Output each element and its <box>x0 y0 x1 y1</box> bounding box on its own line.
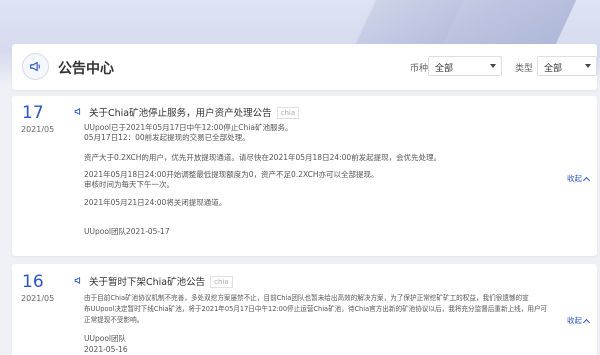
notice-title-text: 关于Chia矿池停止服务，用户资产处理公告 <box>89 108 272 119</box>
notice-card: 17 2021/05 关于Chia矿池停止服务，用户资产处理公告 chia UUp… <box>12 96 597 256</box>
notice-signature: UUpool团队 <box>84 334 127 343</box>
notice-line: 05月17日12：00前发起提现的交易已全部处理。 <box>84 133 250 142</box>
coin-tag: chia <box>276 107 300 119</box>
speaker-icon <box>74 108 81 115</box>
page-title: 公告中心 <box>58 61 114 77</box>
notice-line: 2021年05月18日24:00开始调整最低提现额度为0，资产不足0.2XCH亦… <box>84 170 379 179</box>
notice-day: 17 <box>22 103 44 123</box>
notice-day: 16 <box>22 272 44 292</box>
collapse-button[interactable]: 收起 <box>567 173 591 184</box>
speaker-icon <box>74 277 81 284</box>
chevron-down-icon <box>490 64 496 68</box>
type-select[interactable]: 全部 <box>537 56 597 76</box>
megaphone-icon <box>22 53 49 80</box>
notice-line: 资产大于0.2XCH的用户，优先开放提现通道。请尽快在2021年05月18日24… <box>84 153 442 162</box>
notice-line: UUpool已于2021年05月17日中午12:00停止Chia矿池服务。 <box>84 123 293 132</box>
notice-year-month: 2021/05 <box>21 125 55 134</box>
notice-date: 2021-05-16 <box>84 345 128 354</box>
notice-line: 2021年05月21日24:00将关闭提现通道。 <box>84 198 227 207</box>
notice-title[interactable]: 关于暂时下架Chia矿池公告 chia <box>89 274 233 288</box>
currency-select[interactable]: 全部 <box>428 56 502 76</box>
notice-line: 审核时间为每天下午一次。 <box>84 180 174 189</box>
notice-title-text: 关于暂时下架Chia矿池公告 <box>89 277 206 288</box>
coin-tag: chia <box>210 276 233 288</box>
notice-signature: UUpool团队2021-05-17 <box>84 227 170 236</box>
notice-title[interactable]: 关于Chia矿池停止服务，用户资产处理公告 chia <box>89 105 300 119</box>
notice-card: 16 2021/05 关于暂时下架Chia矿池公告 chia 由于目前Chia矿池… <box>12 264 597 355</box>
notice-line: 由于目前Chia矿池协议机制不完善，多处双挖方案屡禁不止，目前Chia团队也暂未… <box>84 294 529 302</box>
notice-year-month: 2021/05 <box>21 294 55 303</box>
chevron-up-icon <box>582 318 591 326</box>
type-filter-label: 类型 <box>515 64 534 74</box>
announcement-header: 公告中心 币种 全部 类型 全部 <box>12 44 597 90</box>
currency-select-value: 全部 <box>435 64 454 74</box>
collapse-label: 收起 <box>567 316 582 325</box>
currency-filter-label: 币种 <box>410 64 429 74</box>
chevron-down-icon <box>585 64 591 68</box>
notice-line: 正常提现不受影响。 <box>84 316 144 324</box>
type-select-value: 全部 <box>544 64 563 74</box>
collapse-button[interactable]: 收起 <box>567 315 591 326</box>
chevron-up-icon <box>582 176 591 184</box>
collapse-label: 收起 <box>567 174 582 183</box>
notice-line: 布UUpool决定暂时下线Chia矿池，将于2021年05月17日中午12:00… <box>84 305 548 313</box>
